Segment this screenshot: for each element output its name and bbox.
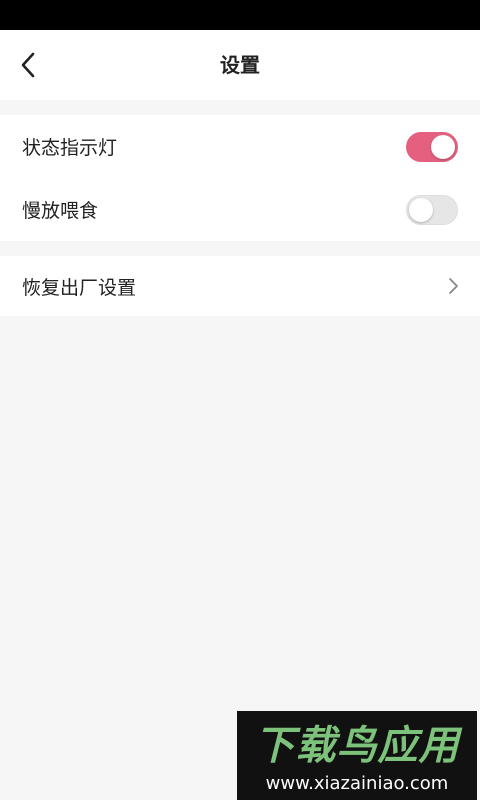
settings-group-toggles: 状态指示灯 慢放喂食: [0, 115, 480, 241]
status-bar: [0, 0, 480, 30]
setting-label-slow-feed: 慢放喂食: [22, 200, 99, 222]
settings-group-reset: 恢复出厂设置: [0, 256, 480, 316]
page-title: 设置: [220, 53, 260, 77]
setting-row-slow-feed: 慢放喂食: [0, 178, 480, 241]
status-light-toggle[interactable]: [406, 131, 458, 162]
chevron-left-icon: [21, 52, 35, 78]
setting-label-status-light: 状态指示灯: [22, 137, 118, 159]
setting-label-factory-reset: 恢复出厂设置: [22, 276, 137, 299]
watermark-brand: 下载鸟应用: [254, 723, 460, 769]
watermark-logo: 下载鸟应用 www.xiazainiao.com: [237, 711, 477, 800]
chevron-right-icon: [449, 278, 458, 294]
toggle-knob: [431, 134, 455, 159]
slow-feed-toggle[interactable]: [406, 194, 458, 225]
back-button[interactable]: [10, 47, 46, 83]
setting-row-status-light: 状态指示灯: [0, 115, 480, 178]
watermark-url: www.xiazainiao.com: [265, 773, 449, 794]
toggle-knob: [409, 197, 433, 222]
setting-row-factory-reset[interactable]: 恢复出厂设置: [0, 256, 480, 316]
nav-bar: 设置: [0, 30, 480, 100]
